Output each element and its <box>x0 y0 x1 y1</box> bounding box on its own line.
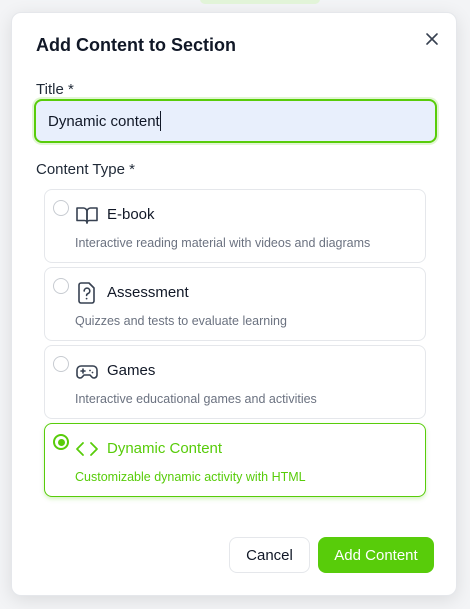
option-games-description: Interactive educational games and activi… <box>75 392 317 406</box>
option-assessment[interactable]: Assessment Quizzes and tests to evaluate… <box>44 267 426 341</box>
option-games-name: Games <box>107 362 156 379</box>
option-dynamic-content-name: Dynamic Content <box>107 440 223 457</box>
option-ebook-name: E-book <box>107 206 155 223</box>
option-dynamic-content[interactable]: Dynamic Content Customizable dynamic act… <box>44 423 426 497</box>
title-input[interactable] <box>34 99 437 143</box>
option-assessment-name: Assessment <box>107 284 189 301</box>
close-button[interactable] <box>422 29 442 49</box>
backdrop-highlight <box>200 0 320 4</box>
close-icon <box>426 33 438 45</box>
radio-dynamic-content[interactable] <box>53 434 69 450</box>
add-content-button[interactable]: Add Content <box>318 537 434 573</box>
radio-ebook[interactable] <box>53 200 69 216</box>
dialog-title: Add Content to Section <box>36 35 236 55</box>
cancel-button[interactable]: Cancel <box>229 537 310 573</box>
content-type-label: Content Type * <box>36 161 135 178</box>
question-file-icon <box>78 282 95 304</box>
book-open-icon <box>76 207 98 224</box>
gamepad-icon <box>76 365 98 379</box>
radio-games[interactable] <box>53 356 69 372</box>
radio-assessment[interactable] <box>53 278 69 294</box>
option-dynamic-content-description: Customizable dynamic activity with HTML <box>75 470 306 484</box>
title-field-label: Title * <box>36 81 74 98</box>
add-content-dialog: Add Content to Section Title * Content T… <box>11 12 457 596</box>
option-ebook-description: Interactive reading material with videos… <box>75 236 371 250</box>
text-caret <box>160 111 161 131</box>
option-games[interactable]: Games Interactive educational games and … <box>44 345 426 419</box>
option-ebook[interactable]: E-book Interactive reading material with… <box>44 189 426 263</box>
option-assessment-description: Quizzes and tests to evaluate learning <box>75 314 287 328</box>
code-icon <box>76 442 98 456</box>
